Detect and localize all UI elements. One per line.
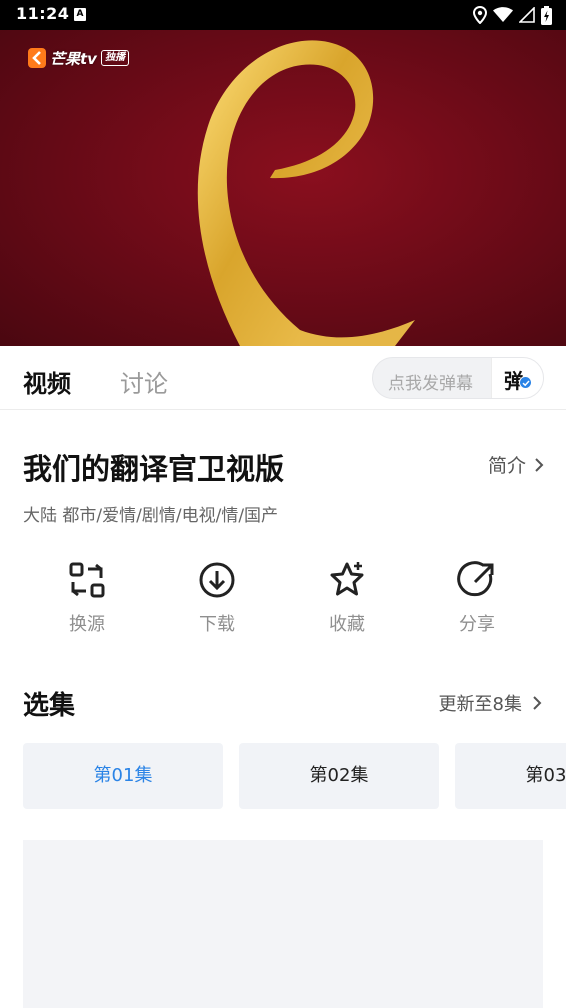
share-button[interactable]: 分享 [432,560,522,636]
battery-charging-icon [541,5,552,25]
download-label: 下载 [199,614,235,635]
switch-source-icon [69,562,105,598]
danmu-enabled-check-icon [519,376,532,389]
episodes-section-title: 选集 [23,691,76,721]
location-icon [473,6,487,24]
share-icon [457,561,494,597]
mango-tv-logo: 芒果tv 独播 [28,46,129,70]
share-label: 分享 [459,614,495,635]
notification-icon: A [74,8,86,21]
tab-video[interactable]: 视频 [23,364,71,399]
download-button[interactable]: 下载 [172,560,262,636]
content-tabs: 视频 讨论 点我发弹幕 弹 [0,346,566,410]
intro-label: 简介 [487,455,526,477]
episode-item[interactable]: 第03集 [455,743,566,809]
tab-discussion[interactable]: 讨论 [120,364,168,399]
episodes-update-label: 更新至8集 [438,694,522,715]
logo-text: 芒果tv [50,49,97,68]
signal-icon [519,7,535,23]
status-time: 11:24 [16,4,70,23]
danmu-toggle-button[interactable]: 弹 [491,358,543,398]
wifi-icon [493,7,513,22]
episodes-more-link[interactable]: 更新至8集 [439,690,542,716]
show-title: 我们的翻译官卫视版 [23,452,285,486]
episode-list: 第01集 第02集 第03集 [23,743,566,809]
download-icon [199,562,235,598]
intro-link[interactable]: 简介 [488,451,544,478]
status-icons [473,5,552,25]
switch-source-button[interactable]: 换源 [42,560,132,636]
chevron-right-icon [533,696,542,710]
episode-item[interactable]: 第02集 [239,743,439,809]
favorite-button[interactable]: 收藏 [302,560,392,636]
show-tags: 大陆 都市/爱情/剧情/电视/情/国产 [23,506,279,526]
favorite-label: 收藏 [329,614,365,635]
status-bar: 11:24 A [0,0,566,30]
content-loading-placeholder [23,840,543,1008]
exclusive-badge: 独播 [100,50,129,66]
video-frame-swirl [197,40,415,346]
mango-logo-icon [28,48,46,68]
danmu-input-pill: 点我发弹幕 弹 [372,357,544,399]
chevron-right-icon [535,457,544,472]
video-player[interactable]: 芒果tv 独播 [0,30,566,346]
danmu-input[interactable]: 点我发弹幕 [388,369,473,394]
action-bar: 换源 下载 收藏 分享 [0,560,566,650]
switch-source-label: 换源 [69,614,105,635]
favorite-star-icon [330,562,364,596]
episode-item[interactable]: 第01集 [23,743,223,809]
